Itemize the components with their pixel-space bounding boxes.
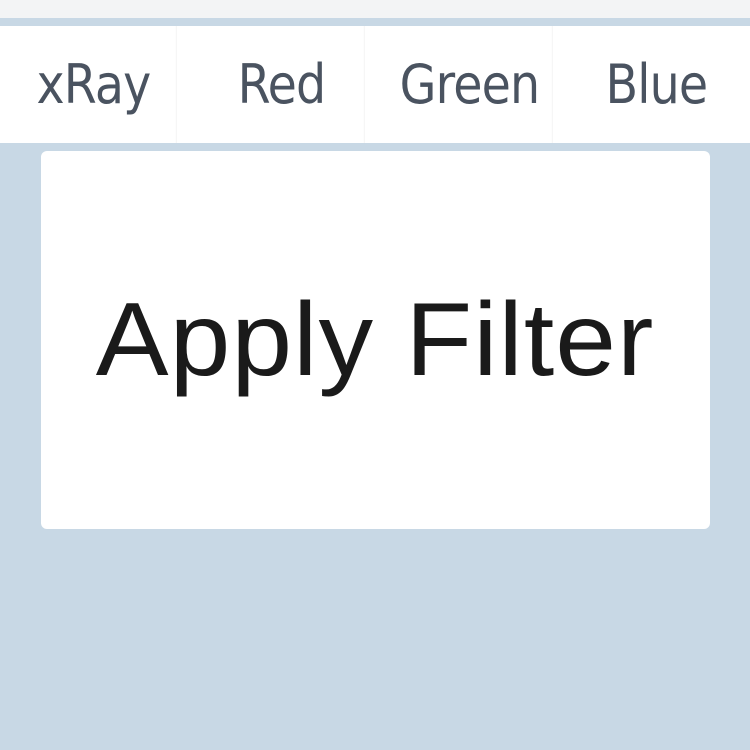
tab-xray[interactable]: xRay <box>11 26 177 143</box>
tab-red[interactable]: Red <box>199 26 365 143</box>
tab-blue[interactable]: Blue <box>574 26 738 143</box>
filter-tab-bar: xRay Red Green Blue <box>0 26 750 143</box>
divider <box>0 143 750 151</box>
tab-green[interactable]: Green <box>387 26 552 143</box>
status-bar <box>0 0 750 18</box>
apply-filter-button[interactable]: Apply Filter <box>41 151 710 529</box>
apply-filter-label: Apply Filter <box>96 281 655 398</box>
divider <box>0 18 750 26</box>
